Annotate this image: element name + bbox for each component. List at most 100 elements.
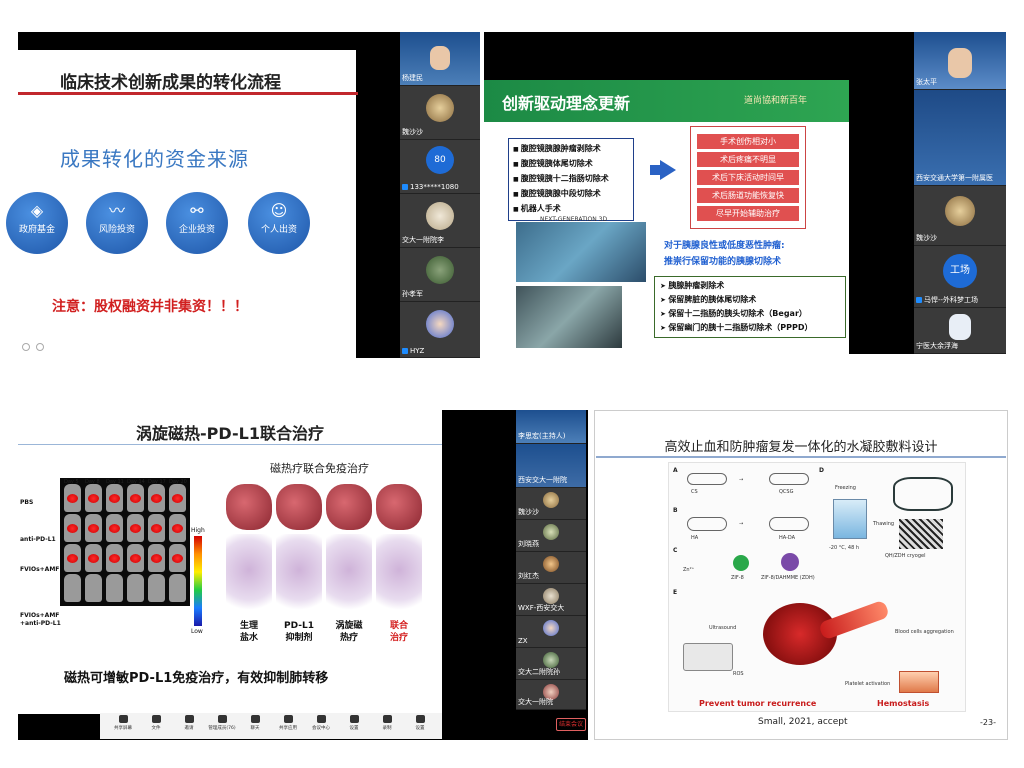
day-label: Day 11: [106, 479, 124, 485]
participant-tile[interactable]: HYZ: [400, 302, 480, 358]
avatar: 80: [426, 146, 454, 174]
procedure-item: 腹腔镜胰体尾切除术: [513, 157, 629, 172]
participant-tile[interactable]: 交大一附院李: [400, 194, 480, 248]
title-underline: [596, 456, 1006, 458]
participant-tile[interactable]: 张太平: [914, 32, 1006, 90]
participant-tile[interactable]: WXF-西安交大: [516, 584, 586, 616]
slide-subtitle: 成果转化的资金来源: [60, 147, 249, 171]
title-underline: [18, 444, 442, 445]
hemostasis-label: Hemostasis: [877, 699, 930, 708]
participant-name: 马悍--外科梦工场: [916, 295, 978, 305]
toolbar-button[interactable]: 设置: [405, 715, 435, 731]
participant-tile[interactable]: 西安交通大学第一附属医: [914, 90, 1006, 186]
citation: Small, 2021, accept: [758, 717, 848, 727]
slide-nav-icon[interactable]: [36, 343, 44, 351]
toolbar-button[interactable]: 共享应用: [273, 715, 303, 731]
participant-tile[interactable]: 李思宏(主持人): [516, 410, 586, 444]
toolbar-icon: [151, 715, 161, 723]
slide-note: 注意：股权融资并非集资！！！: [52, 299, 248, 315]
mic-icon: [916, 297, 922, 303]
mouse-image: [169, 574, 186, 602]
toolbar-label: 管理成员(76): [208, 726, 236, 731]
avatar: [426, 94, 454, 122]
procedure-list: 腹腔镜胰腺肿瘤剥除术 腹腔镜胰体尾切除术 腹腔镜胰十二指肠切除术 腹腔镜胰腺中段…: [508, 138, 634, 221]
mouse-image: [127, 514, 144, 542]
treatment-label: 生理 盐水: [239, 621, 258, 643]
recommendation-text: 对于胰腺良性或低度恶性肿瘤: 推崇行保留功能的胰腺切除术: [664, 238, 785, 270]
gel-network: [893, 477, 953, 511]
toolbar-button[interactable]: 聊天: [240, 715, 270, 731]
toolbar-button[interactable]: 邀请: [174, 715, 204, 731]
treatment-label: 涡旋磁 热疗: [335, 621, 363, 643]
participant-name: 李思宏(主持人): [518, 432, 566, 440]
tumor-signal: [88, 554, 99, 563]
tumor-signal: [88, 524, 99, 533]
tumor-signal: [67, 524, 78, 533]
participant-tile[interactable]: 魏沙沙: [400, 86, 480, 140]
ivis-imaging-grid: [60, 478, 190, 606]
participant-name: 魏沙沙: [518, 508, 539, 516]
participant-tile[interactable]: 交大二附院孙: [516, 648, 586, 680]
participant-name: WXF-西安交大: [518, 604, 565, 612]
toolbar-button[interactable]: 管理成员(76): [207, 715, 237, 731]
tumor-signal: [109, 554, 120, 563]
participant-tile[interactable]: 刘红杰: [516, 552, 586, 584]
zdh-particle: [781, 553, 799, 571]
toolbar-label: 共享应用: [279, 726, 297, 731]
toolbar-icon: [382, 715, 392, 723]
surgery-photo: [516, 222, 646, 282]
mic-icon: [402, 348, 408, 354]
toolbar-icon: [349, 715, 359, 723]
scale-low-label: Low: [191, 628, 203, 635]
mouse-image: [106, 544, 123, 572]
end-meeting-button[interactable]: 结束会议: [556, 718, 586, 731]
participant-tile[interactable]: 魏沙沙: [914, 186, 1006, 246]
participant-name: 133*****1080: [402, 183, 459, 191]
preserving-item: 胰腺肿瘤剥除术: [660, 279, 840, 293]
avatar: [426, 310, 454, 338]
procedure-item: 腹腔镜胰腺中段切除术: [513, 187, 629, 202]
participant-tile[interactable]: ZX: [516, 616, 586, 648]
ultrasound-device: [683, 643, 733, 671]
avatar: [543, 524, 559, 540]
toolbar-icon: [415, 715, 425, 723]
tumor-signal: [172, 524, 183, 533]
participant-tile[interactable]: 宁医大余浮海: [914, 308, 1006, 354]
avatar: [543, 588, 559, 604]
participant-sidebar-3: 李思宏(主持人) 西安交大一附院 魏沙沙 刘晓燕 刘红杰 WXF-西安交大 ZX…: [516, 410, 586, 710]
toolbar-icon: [118, 715, 128, 723]
toolbar-button[interactable]: 会议中心: [306, 715, 336, 731]
toolbar-button[interactable]: 共享屏幕: [108, 715, 138, 731]
toolbar-button[interactable]: 录制: [372, 715, 402, 731]
participant-name: 宁医大余浮海: [916, 342, 958, 350]
funding-label: 政府基金: [18, 225, 55, 235]
prevent-recurrence-label: Prevent tumor recurrence: [699, 699, 817, 708]
zif8-particle: [733, 555, 749, 571]
color-scale-bar: [194, 536, 202, 626]
participant-tile[interactable]: 孙孝军: [400, 248, 480, 302]
mouse-image: [106, 574, 123, 602]
group-label: FVIOs+AMF: [20, 566, 60, 573]
participant-tile[interactable]: 杨建民: [400, 32, 480, 86]
participant-tile[interactable]: 交大一附院: [516, 680, 586, 710]
slide-title: 创新驱动理念更新: [502, 94, 631, 113]
lung-photo: [326, 484, 372, 530]
tumor-signal: [172, 494, 183, 503]
participant-tile[interactable]: 魏沙沙: [516, 488, 586, 520]
molecule-label: Zn²⁺: [683, 567, 695, 573]
participant-tile[interactable]: 工场 马悍--外科梦工场: [914, 246, 1006, 308]
participant-tile[interactable]: 80 133*****1080: [400, 140, 480, 194]
participant-name: 孙孝军: [402, 290, 423, 298]
toolbar-button[interactable]: 文件: [141, 715, 171, 731]
ha-molecule: [687, 517, 727, 531]
toolbar-button[interactable]: 设置: [339, 715, 369, 731]
mouse-image: [148, 514, 165, 542]
process-label: ROS: [733, 671, 744, 677]
participant-tile[interactable]: 刘晓燕: [516, 520, 586, 552]
toolbar-label: 设置: [415, 726, 425, 731]
slide-nav-icon[interactable]: [22, 343, 30, 351]
preserving-list: 胰腺肿瘤剥除术 保留脾脏的胰体尾切除术 保留十二指肠的胰头切除术（Begar） …: [654, 276, 846, 338]
day-label: Day 5: [64, 479, 79, 485]
participant-tile[interactable]: 西安交大一附院: [516, 444, 586, 488]
mouse-image: [169, 514, 186, 542]
